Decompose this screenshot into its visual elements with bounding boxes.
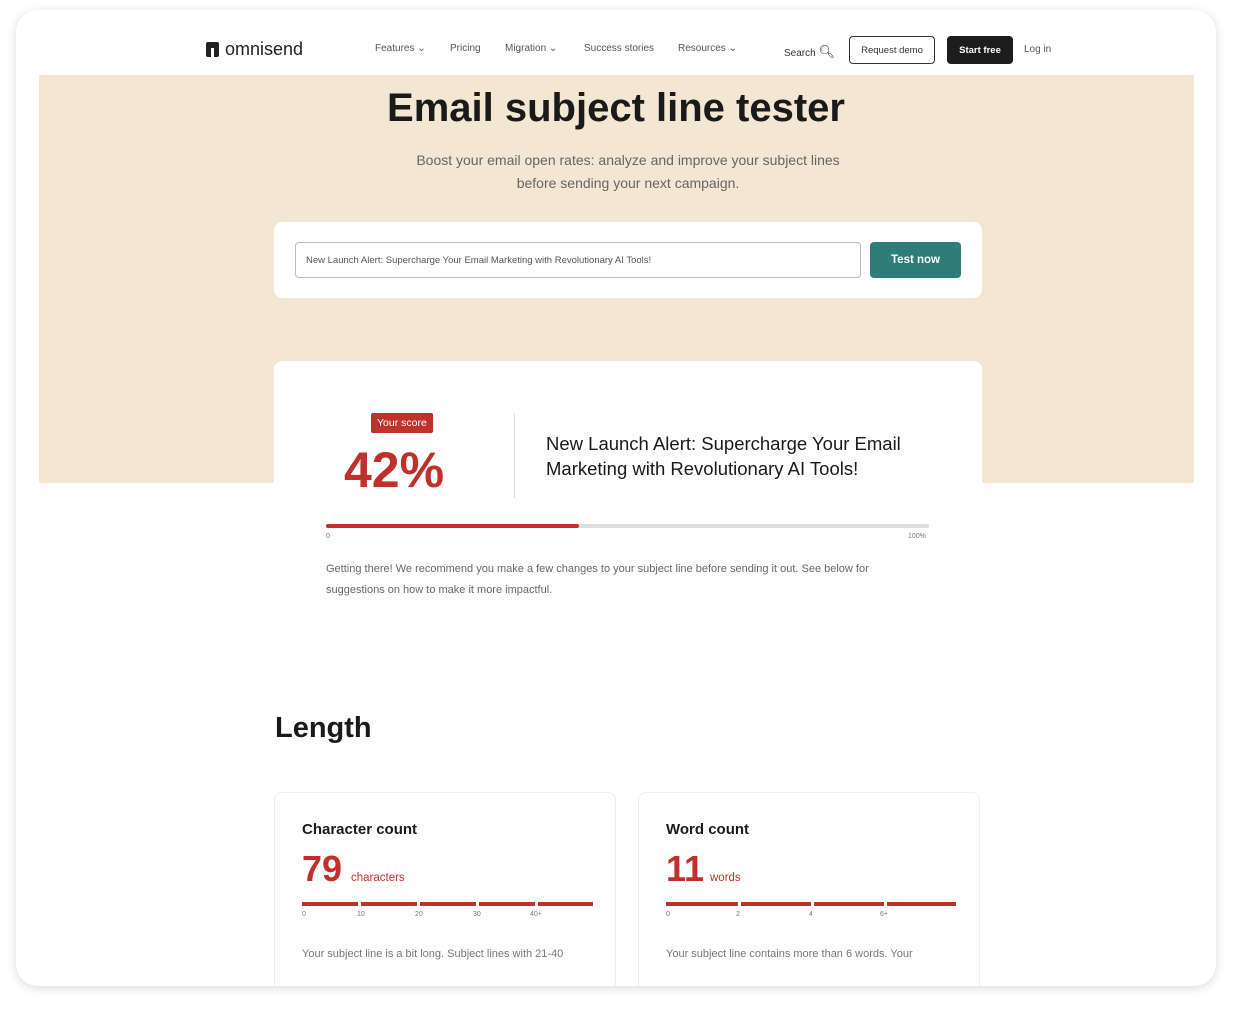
search-button[interactable]: Search 🔍︎ [784, 44, 835, 60]
subject-line-input[interactable]: New Launch Alert: Supercharge Your Email… [295, 242, 861, 278]
scale-tick: 30 [473, 911, 481, 918]
character-count-value: 79 [302, 848, 343, 889]
scale-tick: 20 [415, 911, 423, 918]
brand-logo[interactable]: omnisend [206, 39, 303, 60]
nav-pricing[interactable]: Pricing [450, 43, 481, 54]
tester-form: New Launch Alert: Supercharge Your Email… [274, 222, 982, 298]
unit-label: words [710, 872, 741, 884]
progress-max-label: 100% [908, 533, 926, 540]
nav-migration[interactable]: Migration ⌄ [505, 43, 557, 54]
score-card: Your score 42% New Launch Alert: Superch… [274, 361, 982, 661]
score-message: Getting there! We recommend you make a f… [326, 563, 869, 596]
page-frame: omnisend Features ⌄ Pricing Migration ⌄ … [16, 10, 1216, 986]
nav-success-stories[interactable]: Success stories [584, 43, 654, 54]
search-icon: 🔍︎ [818, 44, 835, 59]
character-count-card: Character count 79 characters 0 10 20 30… [274, 792, 616, 986]
character-message: Your subject line is a bit long. Subject… [302, 948, 564, 960]
progress-min-label: 0 [326, 533, 330, 540]
login-link[interactable]: Log in [1024, 44, 1051, 55]
request-demo-button[interactable]: Request demo [849, 36, 935, 64]
word-scale [666, 902, 956, 906]
unit-label: characters [351, 872, 405, 884]
scale-tick: 4 [809, 911, 813, 918]
score-progress-bar [326, 524, 929, 528]
word-message: Your subject line contains more than 6 w… [666, 948, 913, 960]
scale-tick: 0 [666, 911, 670, 918]
card-title: Character count [302, 821, 418, 838]
character-scale [302, 902, 593, 906]
word-count-card: Word count 11 words 0 2 4 6+ Your subjec… [638, 792, 980, 986]
tested-subject: New Launch Alert: Supercharge Your Email… [546, 433, 901, 479]
scale-tick: 2 [736, 911, 740, 918]
length-heading: Length [275, 712, 372, 744]
start-free-button[interactable]: Start free [947, 36, 1013, 64]
nav-features[interactable]: Features ⌄ [375, 43, 426, 54]
page-subtitle: Boost your email open rates: analyze and… [416, 152, 840, 191]
test-now-button[interactable]: Test now [870, 242, 961, 278]
page-title: Email subject line tester [387, 86, 845, 130]
divider [514, 413, 515, 498]
score-value: 42% [344, 442, 445, 498]
omnisend-logo-icon [206, 42, 219, 57]
card-title: Word count [666, 821, 750, 838]
score-progress-fill [326, 524, 580, 528]
scale-tick: 10 [357, 911, 365, 918]
score-badge: Your score [371, 413, 433, 433]
word-count-value: 11 [666, 848, 705, 889]
scale-tick: 6+ [880, 911, 888, 918]
top-nav: omnisend Features ⌄ Pricing Migration ⌄ … [16, 10, 1216, 75]
brand-name: omnisend [225, 39, 304, 59]
nav-resources[interactable]: Resources ⌄ [678, 43, 737, 54]
scale-tick: 40+ [530, 911, 542, 918]
scale-tick: 0 [302, 911, 306, 918]
